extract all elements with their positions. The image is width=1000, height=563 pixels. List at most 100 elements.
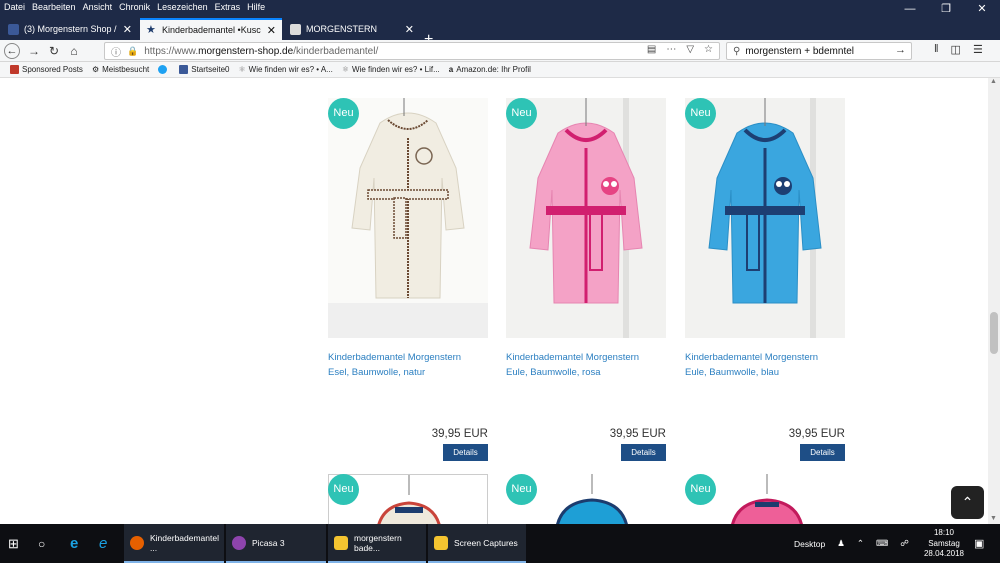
bookmark-amazon[interactable]: a Amazon.de: Ihr Profil [449, 65, 531, 74]
product-card: Neu Kinderbademantel Morgenstern Esel, B… [328, 98, 488, 468]
pocket-icon[interactable]: ▽ [686, 44, 694, 55]
taskbar-item-label: Kinderbademantel ... [150, 532, 219, 553]
product-image[interactable] [506, 98, 666, 338]
internet-explorer-icon[interactable]: e [99, 524, 115, 563]
scrollbar-thumb[interactable] [990, 312, 998, 354]
windows-start-icon[interactable]: ⊞ [8, 524, 28, 563]
taskbar-item-label: Picasa 3 [252, 537, 285, 548]
product-image[interactable] [328, 98, 488, 338]
twitter-icon [158, 65, 168, 74]
scroll-down-icon[interactable]: ▼ [990, 515, 997, 522]
url-bar[interactable]: ⓘ 🔒 https://www. morgenstern-shop.de/kind… [104, 42, 720, 60]
facebook-icon [8, 23, 19, 35]
firefox-icon [130, 535, 144, 550]
details-button[interactable]: Details [800, 444, 845, 461]
search-input[interactable]: morgenstern + bdemntel [745, 46, 854, 57]
forward-button[interactable]: → [26, 43, 42, 59]
tab-title: (3) Morgenstern Shop / Badem [24, 24, 117, 34]
clock-date: 28.04.2018 [923, 549, 965, 558]
taskbar-item-folder-morgenstern[interactable]: morgenstern bade... [328, 524, 426, 563]
menu-datei[interactable]: Datei [4, 2, 25, 12]
back-button[interactable]: ← [4, 43, 20, 59]
close-tab-icon[interactable]: ✕ [123, 23, 132, 36]
bookmark-wie-finden-lif[interactable]: ⚛ Wie finden wir es? • Lif... [342, 65, 440, 74]
network-icon[interactable]: ☍ [900, 538, 909, 549]
menu-extras[interactable]: Extras [215, 2, 241, 12]
desktop-toolbar-label[interactable]: Desktop [794, 539, 825, 549]
cortana-icon[interactable]: ○ [38, 524, 54, 563]
scroll-to-top-button[interactable]: ⌃ [951, 486, 984, 519]
product-name-line2[interactable]: Eule, Baumwolle, rosa [506, 365, 666, 380]
new-badge: Neu [685, 98, 716, 129]
show-hidden-icons-chevron[interactable]: ⌃ [857, 538, 864, 549]
menu-chronik[interactable]: Chronik [119, 2, 150, 12]
bathrobe-rosa-image [529, 98, 643, 338]
taskbar-item-screen-captures[interactable]: Screen Captures [428, 524, 526, 563]
notification-center-icon[interactable]: ▣ [974, 524, 988, 563]
taskbar-item-picasa[interactable]: Picasa 3 [226, 524, 326, 563]
bookmark-star-icon[interactable]: ☆ [704, 44, 713, 55]
bookmark-sponsored-posts[interactable]: Sponsored Posts [10, 65, 83, 74]
menu-bearbeiten[interactable]: Bearbeiten [32, 2, 76, 12]
bookmark-startseite[interactable]: Startseite0 [179, 65, 230, 74]
tab-title: MORGENSTERN [306, 24, 378, 34]
new-badge: Neu [328, 98, 359, 129]
hamburger-menu-icon[interactable]: ☰ [973, 43, 983, 56]
people-icon[interactable]: ♟ [837, 538, 845, 549]
sidebar-icon[interactable]: ◫ [951, 43, 961, 56]
scroll-up-icon[interactable]: ▲ [990, 78, 997, 85]
keyboard-icon[interactable]: ⌨ [876, 538, 888, 549]
url-path: /kinderbademantel/ [293, 45, 379, 57]
close-tab-icon[interactable]: ✕ [405, 23, 414, 36]
close-tab-icon[interactable]: ✕ [267, 24, 276, 37]
menu-bar: Datei Bearbeiten Ansicht Chronik Lesezei… [0, 0, 1000, 14]
bookmark-twitter[interactable] [158, 65, 170, 74]
bathrobe-blau-image [708, 98, 822, 338]
library-icon[interactable]: ‖ [934, 43, 939, 56]
menu-hilfe[interactable]: Hilfe [247, 2, 265, 12]
reload-button[interactable]: ↻ [46, 43, 62, 59]
search-bar[interactable]: ⚲ morgenstern + bdemntel → [726, 42, 912, 60]
tab-morgenstern-shop[interactable]: (3) Morgenstern Shop / Badem ✕ [2, 18, 138, 40]
product-name[interactable]: Kinderbademantel Morgenstern Esel, Baumw… [328, 350, 488, 380]
product-name-line1[interactable]: Kinderbademantel Morgenstern [328, 350, 488, 365]
taskbar-item-firefox[interactable]: Kinderbademantel ... [124, 524, 224, 563]
menu-ansicht[interactable]: Ansicht [83, 2, 113, 12]
product-name-line2[interactable]: Eule, Baumwolle, blau [685, 365, 845, 380]
details-button[interactable]: Details [443, 444, 488, 461]
bookmark-meistbesucht[interactable]: ⚙ Meistbesucht [92, 65, 149, 74]
tab-kinderbademantel[interactable]: ★ Kinderbademantel •Kuschelig ✕ [140, 18, 282, 40]
search-go-icon[interactable]: → [895, 44, 906, 56]
taskbar-item-label: Screen Captures [454, 537, 518, 548]
page-scrollbar[interactable]: ▲ ▼ [988, 78, 1000, 524]
bookmark-label: Meistbesucht [102, 65, 150, 74]
product-card: Neu [328, 474, 488, 524]
product-name[interactable]: Kinderbademantel Morgenstern Eule, Baumw… [506, 350, 666, 380]
taskbar-clock[interactable]: 18:10 Samstag 28.04.2018 [922, 528, 966, 560]
product-name-line1[interactable]: Kinderbademantel Morgenstern [685, 350, 845, 365]
home-button[interactable]: ⌂ [66, 43, 82, 59]
gear-icon: ⚙ [91, 65, 100, 74]
edge-icon[interactable]: e [70, 524, 86, 563]
amazon-icon: a [448, 65, 454, 74]
bookmark-wie-finden-a[interactable]: ⚛ Wie finden wir es? • A... [239, 65, 333, 74]
tab-morgenstern[interactable]: MORGENSTERN ✕ [284, 18, 420, 40]
info-icon[interactable]: ⓘ [111, 44, 121, 59]
product-card: Neu [685, 474, 845, 524]
product-price: 39,95 EUR [609, 428, 666, 440]
menu-lesezeichen[interactable]: Lesezeichen [157, 2, 208, 12]
product-image[interactable] [685, 98, 845, 338]
new-badge: Neu [328, 474, 359, 505]
page-icon: ⚛ [341, 65, 350, 74]
lock-icon[interactable]: 🔒 [127, 46, 138, 57]
tab-title: Kinderbademantel •Kuschelig [162, 25, 261, 35]
page-icon: ⚛ [238, 65, 246, 74]
product-card: Neu Kinderbademantel Morgenstern Eule, B… [685, 98, 845, 468]
folder-icon [334, 535, 348, 550]
product-name-line1[interactable]: Kinderbademantel Morgenstern [506, 350, 666, 365]
reader-view-icon[interactable]: ▤ [647, 44, 656, 55]
more-actions-icon[interactable]: ⋯ [666, 44, 676, 55]
product-name-line2[interactable]: Esel, Baumwolle, natur [328, 365, 488, 380]
product-name[interactable]: Kinderbademantel Morgenstern Eule, Baumw… [685, 350, 845, 380]
details-button[interactable]: Details [621, 444, 666, 461]
